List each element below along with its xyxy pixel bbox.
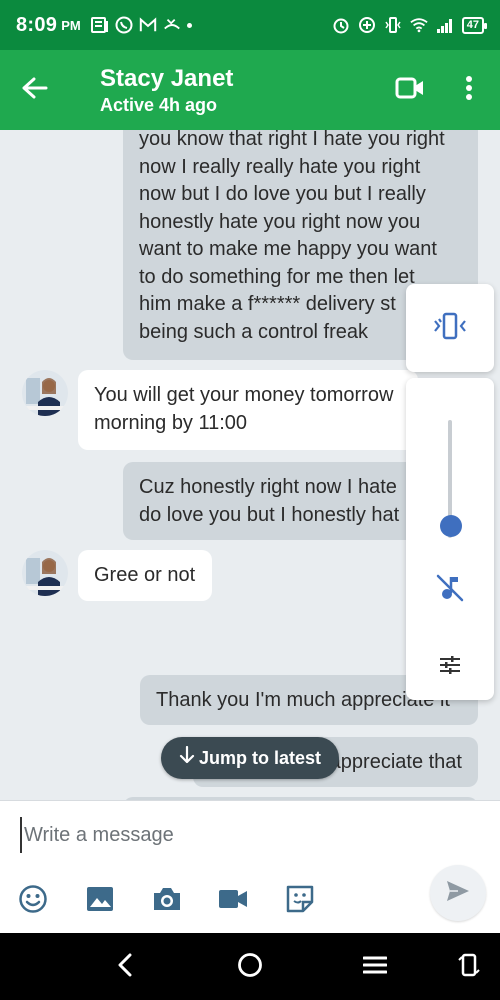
message-line: now I really really hate you right — [139, 155, 421, 178]
status-ampm: PM — [61, 17, 81, 33]
message-line: Gree or not — [94, 564, 196, 586]
jump-to-latest-button[interactable]: Jump to latest — [161, 737, 339, 779]
music-off-icon — [435, 573, 465, 608]
camera-icon — [152, 886, 182, 917]
nav-recents-button[interactable] — [358, 950, 392, 984]
more-options-button[interactable] — [452, 72, 486, 108]
camera-button[interactable] — [150, 884, 184, 918]
more-vert-icon — [465, 75, 473, 106]
contact-name: Stacy Janet — [100, 64, 234, 92]
message-line: now but I do love you but I really — [139, 183, 426, 205]
whatsapp-icon — [115, 16, 133, 34]
arrow-down-icon — [179, 745, 195, 770]
avatar[interactable] — [22, 550, 68, 596]
battery-level: 47 — [461, 16, 488, 34]
tune-icon — [439, 655, 461, 680]
menu-icon — [362, 955, 388, 980]
status-time: 8:09 — [16, 13, 58, 36]
message-composer — [0, 800, 500, 933]
send-icon — [446, 880, 470, 907]
arrow-left-icon — [22, 77, 48, 104]
message-line: want to make me happy you want — [139, 238, 437, 260]
gallery-button[interactable] — [83, 884, 117, 918]
volume-slider-thumb[interactable] — [440, 515, 462, 538]
vibrate-icon — [433, 312, 467, 345]
message-input[interactable] — [20, 817, 420, 853]
sticker-button[interactable] — [283, 884, 317, 918]
wifi-icon — [410, 16, 428, 34]
emoji-icon — [18, 884, 48, 919]
more-notifications-dot — [186, 22, 192, 28]
rotate-screen-button[interactable] — [452, 950, 486, 984]
missed-call-icon — [163, 16, 181, 34]
nav-home-button[interactable] — [233, 950, 267, 984]
message-bubble-incoming[interactable]: Gree or not — [78, 550, 212, 601]
video-record-button[interactable] — [216, 884, 250, 918]
screen-rotation-icon — [458, 952, 480, 983]
data-saver-icon — [358, 16, 376, 34]
conversation-title[interactable]: Stacy Janet Active 4h ago — [100, 65, 233, 116]
signal-icon — [436, 16, 454, 34]
message-line: morning by 11:00 — [94, 411, 248, 434]
sound-settings-button[interactable] — [436, 653, 464, 681]
gmail-icon — [139, 16, 157, 34]
message-line: honestly hate you right now you — [139, 210, 421, 233]
system-navigation-bar — [0, 933, 500, 1000]
message-line: You will get your money tomorrow — [94, 384, 394, 406]
circle-icon — [237, 952, 263, 983]
jump-to-latest-label: Jump to latest — [198, 747, 322, 768]
status-bar: 8:09 PM 47 — [0, 0, 500, 50]
media-mute-button[interactable] — [434, 574, 466, 606]
avatar[interactable] — [22, 370, 68, 416]
vibrate-icon — [384, 16, 402, 34]
volume-panel — [406, 378, 494, 700]
notification-icons — [90, 16, 192, 34]
contact-status: Active 4h ago — [100, 94, 218, 115]
video-call-button[interactable] — [390, 72, 430, 108]
video-icon — [218, 888, 248, 915]
emoji-button[interactable] — [16, 884, 50, 918]
ringer-mode-button[interactable] — [406, 284, 494, 372]
nav-back-button[interactable] — [108, 950, 142, 984]
image-icon — [86, 886, 114, 917]
message-bubble-incoming[interactable]: You will get your money tomorrow morning… — [78, 370, 418, 450]
message-line: you know that right I hate you right — [139, 130, 445, 150]
chevron-left-icon — [117, 953, 133, 982]
alarm-icon — [332, 16, 350, 34]
app-bar: Stacy Janet Active 4h ago — [0, 50, 500, 130]
system-icons: 47 — [332, 16, 488, 34]
back-button[interactable] — [0, 50, 70, 130]
video-camera-icon — [395, 77, 425, 104]
send-button[interactable] — [430, 865, 486, 921]
sticker-icon — [285, 884, 315, 919]
news-icon — [90, 16, 109, 34]
